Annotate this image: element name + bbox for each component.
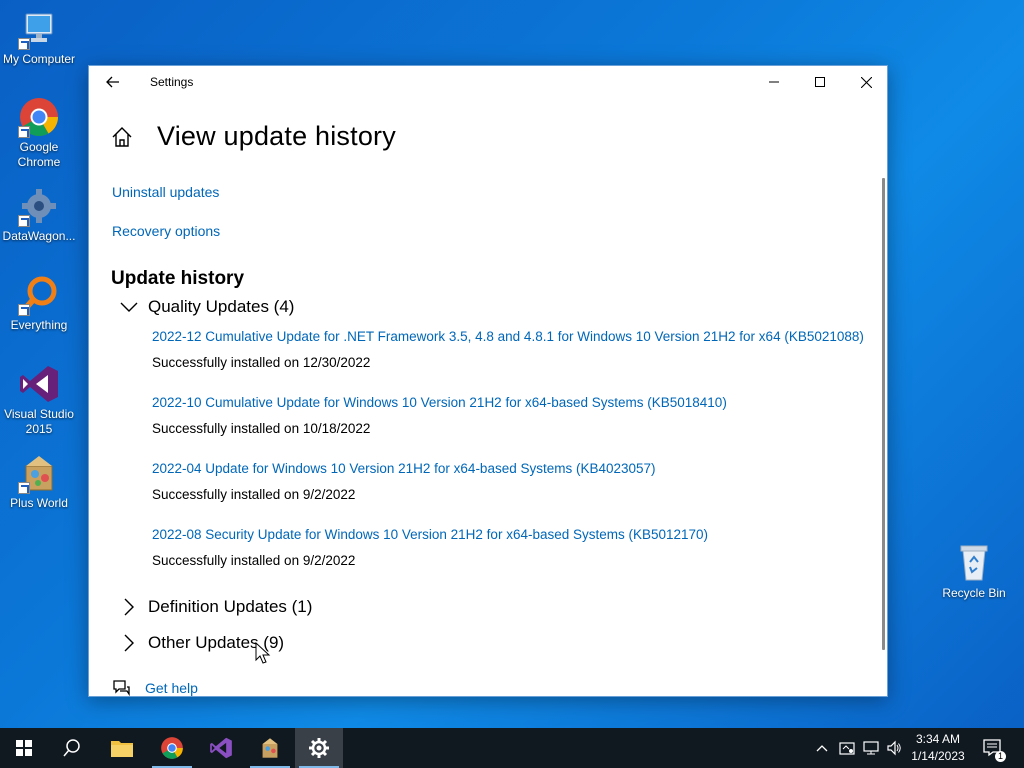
desktop-icon-label: Recycle Bin [942, 586, 1006, 600]
uninstall-updates-link[interactable]: Uninstall updates [112, 184, 219, 200]
desktop-icon-google-chrome[interactable]: Google Chrome [0, 96, 78, 170]
chevron-right-icon [119, 597, 139, 617]
recovery-options-link[interactable]: Recovery options [112, 223, 220, 239]
chevron-down-icon [119, 297, 139, 317]
definition-updates-group[interactable]: Definition Updates (1) [119, 597, 312, 617]
taskbar-plus-world[interactable] [246, 728, 294, 768]
search-button[interactable] [48, 728, 96, 768]
show-hidden-icons-button[interactable] [812, 728, 832, 768]
back-arrow-icon [106, 76, 119, 88]
clock-time: 3:34 AM [915, 732, 961, 746]
taskbar-chrome[interactable] [148, 728, 196, 768]
chrome-icon [18, 96, 60, 138]
shortcut-arrow-icon [18, 38, 30, 50]
quality-updates-group[interactable]: Quality Updates (4) [119, 297, 294, 317]
volume-button[interactable] [883, 728, 905, 768]
shortcut-arrow-icon [18, 215, 30, 227]
desktop-icon-label: Google Chrome [17, 140, 61, 169]
help-chat-icon [113, 680, 130, 696]
plus-world-icon [18, 452, 60, 494]
desktop-icon-my-computer[interactable]: My Computer [0, 8, 78, 67]
recycle-bin-icon [953, 542, 995, 584]
search-icon [18, 274, 60, 316]
window-title: Settings [150, 75, 194, 89]
chrome-icon [161, 737, 183, 759]
get-help-link[interactable]: Get help [145, 680, 198, 696]
home-icon[interactable] [109, 124, 135, 150]
minimize-icon [769, 81, 779, 83]
update-item: 2022-10 Cumulative Update for Windows 10… [152, 395, 727, 436]
desktop-icon-label: DataWagon... [2, 229, 76, 243]
plus-world-icon [262, 738, 278, 758]
desktop-icon-visual-studio[interactable]: Visual Studio 2015 [0, 363, 78, 437]
title-bar: Settings [89, 66, 887, 98]
desktop-icon-label: Everything [10, 318, 68, 332]
folder-icon [111, 741, 133, 757]
scrollbar[interactable] [882, 178, 885, 650]
network-icon [863, 741, 879, 755]
update-status: Successfully installed on 10/18/2022 [152, 421, 371, 436]
notifications-button[interactable]: 1 [978, 728, 1008, 768]
update-link[interactable]: 2022-12 Cumulative Update for .NET Frame… [152, 329, 864, 344]
page-title: View update history [157, 121, 396, 151]
shortcut-arrow-icon [18, 126, 30, 138]
update-link[interactable]: 2022-10 Cumulative Update for Windows 10… [152, 395, 727, 410]
close-button[interactable] [843, 66, 887, 98]
tray-app-icon [839, 742, 855, 755]
page-header: View update history [109, 121, 396, 152]
gear-icon [18, 185, 60, 227]
group-label: Quality Updates (4) [148, 297, 295, 316]
get-help[interactable]: Get help [111, 678, 198, 696]
chevron-up-icon [816, 745, 828, 752]
shortcut-arrow-icon [18, 304, 30, 316]
update-item: 2022-12 Cumulative Update for .NET Frame… [152, 329, 864, 370]
gear-icon [309, 738, 329, 758]
network-button[interactable] [860, 728, 882, 768]
update-status: Successfully installed on 9/2/2022 [152, 487, 356, 502]
chevron-right-icon [119, 633, 139, 653]
update-status: Successfully installed on 9/2/2022 [152, 553, 356, 568]
maximize-button[interactable] [797, 66, 843, 98]
start-button[interactable] [0, 728, 48, 768]
close-icon [860, 76, 872, 88]
update-link[interactable]: 2022-08 Security Update for Windows 10 V… [152, 527, 708, 542]
desktop-icon-label: Plus World [10, 496, 68, 510]
visual-studio-icon [210, 737, 232, 759]
taskbar-settings[interactable] [295, 728, 343, 768]
desktop-icon-everything[interactable]: Everything [0, 274, 78, 333]
update-item: 2022-08 Security Update for Windows 10 V… [152, 527, 708, 568]
search-icon [63, 739, 80, 757]
mouse-cursor-icon [255, 642, 271, 664]
taskbar-visual-studio[interactable] [197, 728, 245, 768]
desktop-icon-label: Visual Studio 2015 [4, 407, 74, 436]
desktop-icon-label: My Computer [2, 52, 76, 66]
desktop-icon-datawagon[interactable]: DataWagon... [0, 185, 78, 244]
settings-window: Settings View update history Uninstall u… [88, 65, 888, 697]
clock[interactable]: 3:34 AM 1/14/2023 [906, 731, 970, 765]
clock-date: 1/14/2023 [911, 749, 965, 763]
section-title: Update history [111, 268, 245, 289]
taskbar-file-explorer[interactable] [98, 728, 146, 768]
update-link[interactable]: 2022-04 Update for Windows 10 Version 21… [152, 461, 656, 476]
update-status: Successfully installed on 12/30/2022 [152, 355, 371, 370]
desktop-icon-plus-world[interactable]: Plus World [0, 452, 78, 511]
speaker-icon [887, 740, 901, 756]
update-item: 2022-04 Update for Windows 10 Version 21… [152, 461, 656, 502]
taskbar: 3:34 AM 1/14/2023 1 [0, 728, 1024, 768]
notification-badge: 1 [995, 751, 1006, 762]
minimize-button[interactable] [751, 66, 797, 98]
visual-studio-icon [18, 363, 60, 405]
shortcut-arrow-icon [18, 482, 30, 494]
tray-app-button[interactable] [836, 728, 858, 768]
maximize-icon [815, 77, 825, 87]
back-button[interactable] [99, 70, 127, 94]
windows-logo-icon [16, 740, 32, 756]
desktop-icon-recycle-bin[interactable]: Recycle Bin [935, 542, 1013, 601]
group-label: Definition Updates (1) [148, 597, 313, 616]
computer-icon [18, 8, 60, 50]
